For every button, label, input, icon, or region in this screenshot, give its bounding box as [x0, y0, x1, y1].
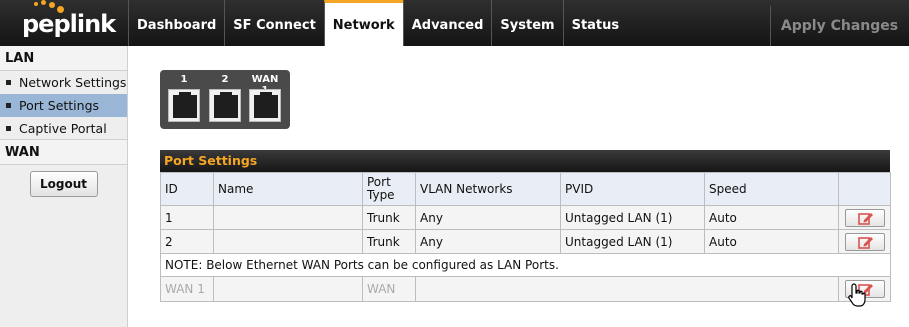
port-label: 1: [180, 74, 188, 85]
sidebar-item-label: Network Settings: [19, 75, 127, 90]
column-header-pvid: PVID: [560, 172, 705, 206]
sidebar-item-port-settings[interactable]: Port Settings: [0, 94, 127, 117]
cell-name: [213, 276, 363, 302]
apply-changes-button[interactable]: Apply Changes: [770, 6, 908, 46]
port-settings-table: ID Name Port Type VLAN Networks PVID Spe…: [160, 172, 891, 302]
cell-port-type: Trunk: [362, 205, 416, 230]
cell-port-type: WAN: [362, 276, 416, 302]
bullet-icon: [6, 126, 11, 131]
cell-speed: Auto: [704, 229, 839, 254]
tab-status[interactable]: Status: [562, 0, 628, 46]
cell-vlan: Any: [415, 205, 561, 230]
tab-sf-connect[interactable]: SF Connect: [224, 0, 324, 46]
column-header-speed: Speed: [704, 172, 839, 206]
tab-system[interactable]: System: [491, 0, 562, 46]
sidebar-heading-lan: LAN: [0, 46, 127, 71]
cell-id: 2: [160, 229, 214, 254]
tab-network[interactable]: Network: [323, 0, 403, 46]
table-row-wan: WAN 1 WAN: [160, 276, 891, 302]
column-header-port-type: Port Type: [362, 172, 416, 206]
logout-button[interactable]: Logout: [29, 171, 98, 197]
peplink-logo[interactable]: peplink: [0, 0, 128, 46]
sidebar-item-label: Captive Portal: [19, 121, 107, 136]
port-label: 2: [221, 74, 229, 85]
logo-text: peplink: [22, 10, 116, 38]
hand-pointer-icon: [848, 283, 866, 307]
port-settings-section: Port Settings ID Name Port Type VLAN Net…: [160, 150, 891, 302]
cell-speed: Auto: [704, 205, 839, 230]
bullet-icon: [6, 103, 11, 108]
edit-pencil-icon: [857, 236, 873, 249]
cell-empty: [415, 276, 839, 302]
ethernet-port-icon: [249, 89, 281, 122]
wan-port-note: NOTE: Below Ethernet WAN Ports can be co…: [160, 253, 891, 277]
port-wan-1[interactable]: WAN 1: [247, 70, 283, 129]
edit-button[interactable]: [844, 232, 885, 251]
cell-name: [213, 205, 363, 230]
sidebar: LAN Network Settings Port Settings Capti…: [0, 46, 128, 327]
port-1[interactable]: 1: [166, 70, 202, 129]
sidebar-heading-wan[interactable]: WAN: [0, 140, 127, 165]
edit-pencil-icon: [857, 212, 873, 225]
sidebar-item-label: Port Settings: [19, 98, 100, 113]
cell-id: WAN 1: [160, 276, 214, 302]
column-header-vlan-networks: VLAN Networks: [415, 172, 561, 206]
cell-port-type: Trunk: [362, 229, 416, 254]
ethernet-port-icon: [209, 89, 241, 122]
logout-container: Logout: [0, 165, 127, 197]
table-header-row: ID Name Port Type VLAN Networks PVID Spe…: [160, 172, 891, 206]
tab-advanced[interactable]: Advanced: [402, 0, 492, 46]
cell-actions: [838, 205, 891, 230]
column-header-name: Name: [213, 172, 363, 206]
top-navigation-bar: peplink Dashboard SF Connect Network Adv…: [0, 0, 909, 46]
cell-vlan: Any: [415, 229, 561, 254]
bullet-icon: [6, 80, 11, 85]
cell-pvid: Untagged LAN (1): [560, 229, 705, 254]
cell-actions: [838, 229, 891, 254]
column-header-id: ID: [160, 172, 214, 206]
table-row: 1 Trunk Any Untagged LAN (1) Auto: [160, 205, 891, 230]
table-note-row: NOTE: Below Ethernet WAN Ports can be co…: [160, 253, 891, 277]
cell-pvid: Untagged LAN (1): [560, 205, 705, 230]
section-title: Port Settings: [160, 150, 890, 172]
cell-id: 1: [160, 205, 214, 230]
ethernet-port-icon: [168, 89, 200, 122]
edit-button[interactable]: [844, 208, 885, 227]
column-header-actions: [838, 172, 891, 206]
port-2[interactable]: 2: [207, 70, 243, 129]
cell-name: [213, 229, 363, 254]
sidebar-item-captive-portal[interactable]: Captive Portal: [0, 117, 127, 140]
table-row: 2 Trunk Any Untagged LAN (1) Auto: [160, 229, 891, 254]
main-nav: Dashboard SF Connect Network Advanced Sy…: [128, 0, 627, 46]
sidebar-item-network-settings[interactable]: Network Settings: [0, 71, 127, 94]
port-status-panel: 1 2 WAN 1: [160, 70, 290, 129]
tab-dashboard[interactable]: Dashboard: [128, 0, 224, 46]
